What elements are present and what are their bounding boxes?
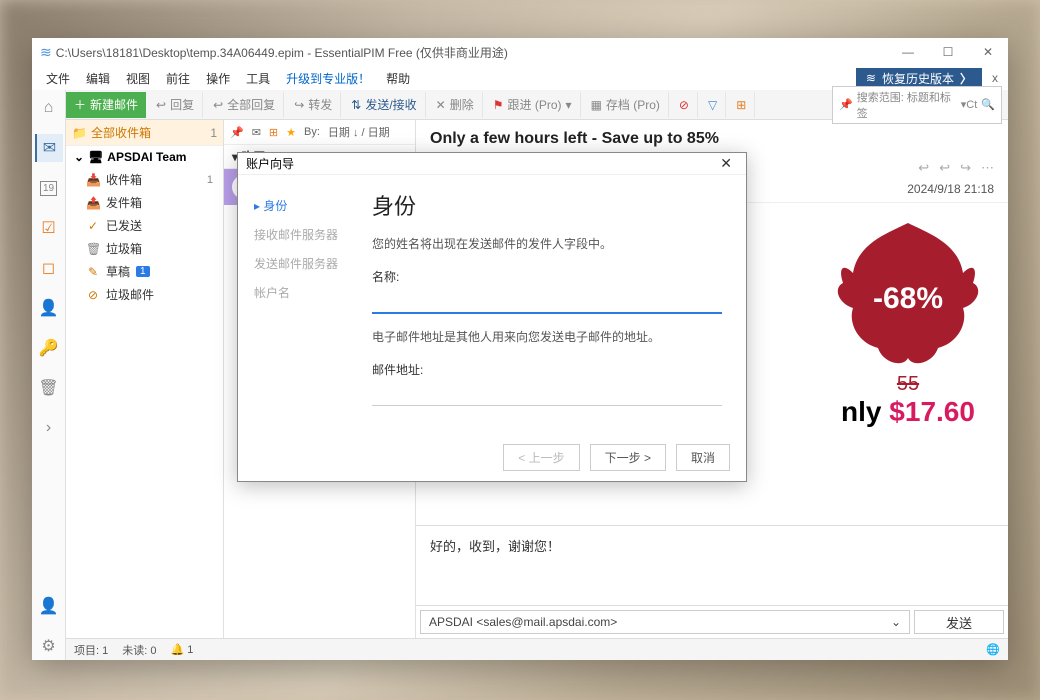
- new-mail-button[interactable]: ＋新建邮件: [66, 92, 146, 118]
- cancel-button[interactable]: 取消: [676, 444, 730, 471]
- app-icon: ≋: [40, 44, 52, 61]
- sort-select[interactable]: 日期 ↓ / 日期: [328, 124, 390, 140]
- folder-drafts[interactable]: ✎草稿1: [66, 260, 223, 283]
- archive-button[interactable]: ▦存档 (Pro): [583, 92, 669, 118]
- folder-spam[interactable]: ⊘垃圾邮件: [66, 283, 223, 306]
- minimize-button[interactable]: —: [888, 38, 928, 66]
- nav-user-icon[interactable]: 👤: [35, 592, 63, 620]
- titlebar: ≋ C:\Users\18181\Desktop\temp.34A06449.e…: [32, 38, 1008, 66]
- globe-icon[interactable]: 🌐: [986, 643, 1000, 656]
- email-input[interactable]: [372, 382, 722, 406]
- statusbar: 项目: 1 未读: 0 🔔 1 🌐: [66, 638, 1008, 660]
- svg-text:-68%: -68%: [873, 282, 943, 315]
- banner-close[interactable]: x: [988, 71, 1002, 85]
- wizard-step-identity[interactable]: 身份: [250, 191, 356, 220]
- block-button[interactable]: ⊘: [671, 92, 698, 118]
- forward-icon[interactable]: ↪: [960, 160, 971, 176]
- folder-icon: 📁: [72, 126, 87, 140]
- search-icon: 🔍: [981, 98, 995, 111]
- send-receive-button[interactable]: ⇅发送/接收: [343, 92, 425, 118]
- nav-trash-icon[interactable]: 🗑: [35, 374, 63, 402]
- envelope-icon[interactable]: ✉: [252, 126, 261, 139]
- status-unread: 未读: 0: [122, 642, 156, 658]
- leaf-icon: -68%: [828, 213, 988, 373]
- window-title: C:\Users\18181\Desktop\temp.34A06449.epi…: [56, 44, 508, 61]
- message-subject: Only a few hours left - Save up to 85%: [430, 130, 994, 148]
- menu-help[interactable]: 帮助: [378, 68, 418, 89]
- email-label: 邮件地址:: [372, 361, 722, 378]
- account-row[interactable]: ⌄ 🖥 APSDAI Team: [66, 146, 223, 168]
- star-icon[interactable]: ★: [286, 126, 296, 139]
- dialog-close-button[interactable]: ✕: [714, 155, 738, 172]
- nav-calendar-icon[interactable]: 19: [35, 174, 63, 202]
- search-input[interactable]: 📌 搜索范围: 标题和标签 ▾Ct 🔍: [832, 86, 1002, 124]
- wizard-step-outgoing[interactable]: 发送邮件服务器: [250, 249, 356, 278]
- chevron-down-icon: ⌄: [891, 615, 901, 629]
- status-items: 项目: 1: [74, 642, 108, 658]
- restore-icon: ≋: [866, 71, 876, 85]
- send-button[interactable]: 发送: [914, 610, 1004, 634]
- wizard-step-account[interactable]: 帐户名: [250, 278, 356, 307]
- folder-pane: 📁 全部收件箱 1 ⌄ 🖥 APSDAI Team 📥收件箱1 📤发件箱 ✓已发…: [66, 120, 224, 638]
- chevron-down-icon: ⌄: [74, 150, 84, 164]
- followup-button[interactable]: ⚑跟进 (Pro)▾: [485, 92, 581, 118]
- name-input[interactable]: [372, 289, 722, 314]
- next-button[interactable]: 下一步 >: [590, 444, 666, 471]
- wizard-step-incoming[interactable]: 接收邮件服务器: [250, 220, 356, 249]
- nav-settings-icon[interactable]: ⚙: [35, 632, 63, 660]
- nav-passwords-icon[interactable]: 🔑: [35, 334, 63, 362]
- nav-mail-icon[interactable]: ✉: [35, 134, 63, 162]
- pin-icon: 📌: [839, 98, 853, 111]
- menu-edit[interactable]: 编辑: [78, 68, 118, 89]
- wizard-heading: 身份: [372, 189, 722, 221]
- name-label: 名称:: [372, 268, 722, 285]
- reply-textarea[interactable]: 好的，收到，谢谢您！: [416, 525, 1008, 605]
- reply-all-icon[interactable]: ↩: [939, 160, 950, 176]
- nav-tasks-icon[interactable]: ☑: [35, 214, 63, 242]
- reply-all-button[interactable]: ↩全部回复: [205, 92, 284, 118]
- bell-icon[interactable]: 🔔 1: [170, 643, 193, 656]
- grid-icon[interactable]: ⊞: [269, 126, 278, 139]
- reply-button[interactable]: ↩回复: [148, 92, 203, 118]
- reply-icon[interactable]: ↩: [918, 160, 929, 176]
- account-icon: 🖥: [88, 150, 103, 164]
- layout-button[interactable]: ⊞: [728, 92, 755, 118]
- maximize-button[interactable]: ☐: [928, 38, 968, 66]
- nav-expand-icon[interactable]: ›: [35, 414, 63, 442]
- folder-outbox[interactable]: 📤发件箱: [66, 191, 223, 214]
- wizard-nav: 身份 接收邮件服务器 发送邮件服务器 帐户名: [238, 175, 368, 434]
- search-dropdown-icon: ▾Ct: [961, 98, 978, 111]
- delete-button[interactable]: ✕删除: [428, 92, 483, 118]
- menu-go[interactable]: 前往: [158, 68, 198, 89]
- menu-view[interactable]: 视图: [118, 68, 158, 89]
- nav-sidebar: ⌂ ✉ 19 ☑ ◻ 👤 🔑 🗑 › 👤 ⚙: [32, 90, 66, 660]
- menu-action[interactable]: 操作: [198, 68, 238, 89]
- more-icon[interactable]: ⋯: [981, 160, 994, 176]
- wizard-desc-name: 您的姓名将出现在发送邮件的发件人字段中。: [372, 235, 722, 252]
- forward-button[interactable]: ↪转发: [286, 92, 341, 118]
- dialog-titlebar: 账户向导 ✕: [238, 153, 746, 175]
- all-inbox-folder[interactable]: 📁 全部收件箱 1: [66, 120, 223, 146]
- prev-button: < 上一步: [503, 444, 579, 471]
- folder-inbox[interactable]: 📥收件箱1: [66, 168, 223, 191]
- folder-trash[interactable]: 🗑垃圾箱: [66, 237, 223, 260]
- menu-upgrade[interactable]: 升级到专业版！: [278, 68, 378, 89]
- menu-tools[interactable]: 工具: [238, 68, 278, 89]
- folder-sent[interactable]: ✓已发送: [66, 214, 223, 237]
- pin-icon[interactable]: 📌: [230, 126, 244, 139]
- toolbar: ＋新建邮件 ↩回复 ↩全部回复 ↪转发 ⇅发送/接收 ✕删除 ⚑跟进 (Pro)…: [66, 90, 1008, 120]
- close-button[interactable]: ✕: [968, 38, 1008, 66]
- filter-button[interactable]: ▽: [700, 92, 726, 118]
- nav-notes-icon[interactable]: ◻: [35, 254, 63, 282]
- nav-home-icon[interactable]: ⌂: [35, 94, 63, 122]
- reply-from-select[interactable]: APSDAI <sales@mail.apsdai.com> ⌄: [420, 610, 910, 634]
- msglist-header: 📌 ✉ ⊞ ★ By: 日期 ↓ / 日期: [224, 120, 415, 145]
- wizard-desc-email: 电子邮件地址是其他人用来向您发送电子邮件的地址。: [372, 328, 722, 345]
- menu-file[interactable]: 文件: [38, 68, 78, 89]
- nav-contacts-icon[interactable]: 👤: [35, 294, 63, 322]
- message-date: 2024/9/18 21:18: [907, 182, 994, 196]
- account-wizard-dialog: 账户向导 ✕ 身份 接收邮件服务器 发送邮件服务器 帐户名 身份 您的姓名将出现…: [237, 152, 747, 482]
